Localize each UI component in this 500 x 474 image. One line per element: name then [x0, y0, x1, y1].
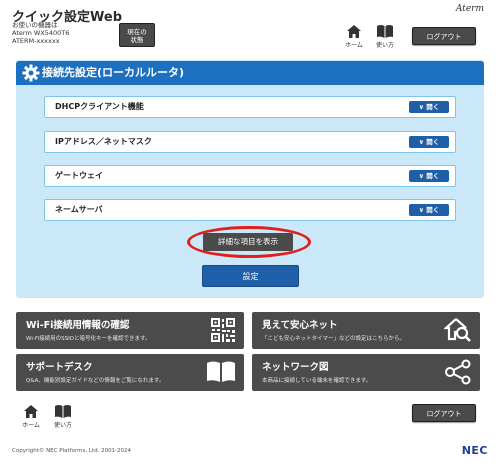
tile-desc: Wi-Fi接続用のSSIDと暗号化キーを確認できます。 [26, 336, 151, 342]
row-label: DHCPクライアント機能 [55, 102, 144, 111]
tile-wifi-info[interactable]: Wi-Fi接続用情報の確認 Wi-Fi接続用のSSIDと暗号化キーを確認できます… [16, 312, 244, 349]
open-button[interactable]: ∨ 開く [409, 101, 449, 113]
tile-title: サポートデスク [26, 362, 93, 373]
row-label: ゲートウェイ [55, 171, 103, 180]
tile-desc: 「こども安心ネットタイマー」などの設定はこちらから。 [262, 336, 406, 342]
open-button[interactable]: ∨ 開く [409, 170, 449, 182]
copyright: Copyright© NEC Platforms, Ltd. 2001-2024 [12, 448, 132, 454]
open-label: 開く [426, 172, 440, 180]
home-icon [24, 405, 38, 418]
book-icon [207, 361, 235, 382]
apply-settings-button[interactable]: 設定 [202, 265, 299, 287]
tile-title: Wi-Fi接続用情報の確認 [26, 320, 130, 331]
device-info: お使いの機器は Aterm WX5400T6 ATERM-xxxxxx [12, 21, 69, 45]
current-status-button[interactable]: 現在の 状態 [119, 23, 155, 47]
row-label: ネームサーバ [55, 205, 103, 214]
help-label: 使い方 [375, 42, 394, 49]
tile-support-desk[interactable]: サポートデスク Q&A、機能別設定ガイドなどの情報をご覧になれます。 [16, 354, 244, 391]
status-button-line1: 現在の [127, 28, 147, 36]
open-button[interactable]: ∨ 開く [409, 204, 449, 216]
gear-icon [22, 64, 40, 82]
status-button-line2: 状態 [130, 36, 144, 44]
help-nav[interactable]: 使い方 [372, 24, 398, 49]
qr-code-icon [211, 318, 235, 342]
tile-mieru-anshin-net[interactable]: 見えて安心ネット 「こども安心ネットタイマー」などの設定はこちらから。 [252, 312, 480, 349]
row-label: IPアドレス／ネットマスク [55, 137, 152, 146]
book-icon [55, 405, 71, 418]
home-label: ホーム [345, 42, 363, 49]
home-search-icon [444, 318, 471, 342]
footer-logout-button[interactable]: ログアウト [412, 404, 476, 422]
book-icon [377, 25, 393, 38]
tile-title: 見えて安心ネット [262, 320, 338, 331]
tile-title: ネットワーク図 [262, 362, 329, 373]
row-name-server: ネームサーバ ∨ 開く [44, 199, 456, 221]
tile-network-map[interactable]: ネットワーク図 本商品に接続している端末を確認できます。 [252, 354, 480, 391]
help-label: 使い方 [53, 422, 72, 429]
tile-desc: 本商品に接続している端末を確認できます。 [262, 378, 372, 384]
home-icon [347, 25, 361, 38]
footer-help-nav[interactable]: 使い方 [50, 404, 76, 429]
row-gateway: ゲートウェイ ∨ 開く [44, 165, 456, 187]
home-label: ホーム [22, 422, 40, 429]
footer-home-nav[interactable]: ホーム [18, 404, 44, 429]
row-dhcp-client: DHCPクライアント機能 ∨ 開く [44, 96, 456, 118]
brand-logo: Aterm [455, 4, 484, 14]
device-caption: お使いの機器は [12, 21, 58, 29]
open-label: 開く [426, 138, 440, 146]
device-ssid: ATERM-xxxxxx [12, 37, 60, 45]
open-label: 開く [426, 103, 440, 111]
nec-logo: NEC [461, 444, 488, 457]
open-label: 開く [426, 206, 440, 214]
network-icon [445, 359, 471, 385]
highlight-ring [187, 226, 311, 258]
logout-button[interactable]: ログアウト [412, 27, 476, 45]
home-nav[interactable]: ホーム [341, 24, 367, 49]
row-ip-netmask: IPアドレス／ネットマスク ∨ 開く [44, 131, 456, 153]
device-model: Aterm WX5400T6 [12, 29, 70, 37]
panel-title: 接続先設定(ローカルルータ) [16, 61, 484, 85]
tile-desc: Q&A、機能別設定ガイドなどの情報をご覧になれます。 [26, 378, 165, 384]
open-button[interactable]: ∨ 開く [409, 136, 449, 148]
